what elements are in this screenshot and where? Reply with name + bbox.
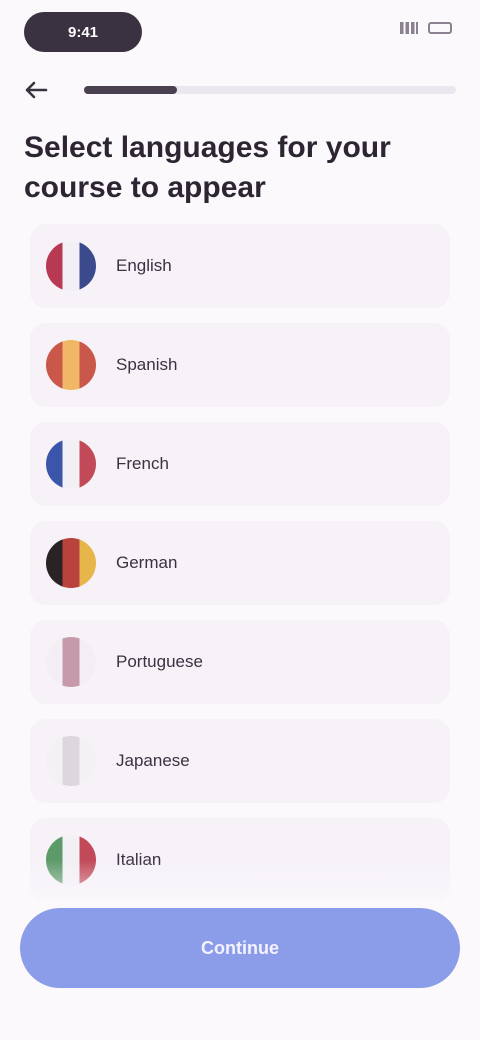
- language-label: Spanish: [116, 355, 178, 374]
- progress-fill: [84, 86, 177, 94]
- language-label: French: [116, 454, 169, 473]
- language-label: German: [116, 553, 178, 572]
- language-option[interactable]: Italian: [30, 818, 450, 900]
- language-label: Italian: [116, 850, 162, 869]
- back-button[interactable]: [24, 76, 54, 104]
- it-flag-icon: [46, 835, 96, 885]
- language-option[interactable]: Japanese: [30, 719, 450, 803]
- language-select-screen: 9:41 Select languages for your course to…: [0, 0, 480, 1040]
- fr-flag-icon: [46, 439, 96, 489]
- language-option[interactable]: English: [30, 224, 450, 308]
- signal-icon: [400, 22, 418, 34]
- language-label: English: [116, 256, 172, 275]
- language-option[interactable]: Portuguese: [30, 620, 450, 704]
- language-label: Portuguese: [116, 652, 203, 671]
- nav-row: [24, 76, 456, 104]
- language-list: English Spanish French German Portuguese Japa…: [30, 224, 450, 900]
- continue-button[interactable]: Continue: [20, 908, 460, 988]
- language-option[interactable]: Spanish: [30, 323, 450, 407]
- es-flag-icon: [46, 340, 96, 390]
- jp-flag-icon: [46, 736, 96, 786]
- language-option[interactable]: German: [30, 521, 450, 605]
- language-option[interactable]: French: [30, 422, 450, 506]
- pt-flag-icon: [46, 637, 96, 687]
- status-bar: 9:41: [0, 0, 480, 64]
- language-label: Japanese: [116, 751, 190, 770]
- arrow-left-icon: [25, 81, 48, 99]
- de-flag-icon: [46, 538, 96, 588]
- gb-flag-icon: [46, 241, 96, 291]
- status-icons: [400, 22, 452, 34]
- status-time: 9:41: [24, 12, 142, 52]
- battery-icon: [428, 22, 452, 34]
- progress-bar: [84, 86, 456, 94]
- page-title: Select languages for your course to appe…: [24, 131, 391, 204]
